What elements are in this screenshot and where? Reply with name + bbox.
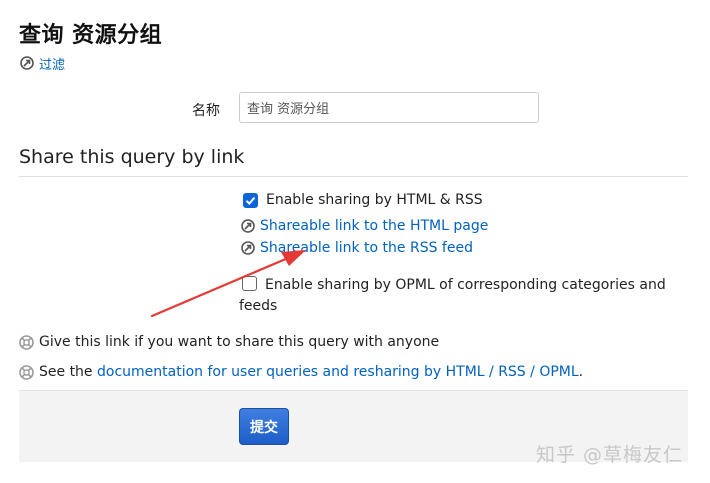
- help-share-text: Give this link if you want to share this…: [39, 334, 440, 350]
- html-rss-option[interactable]: Enable sharing by HTML & RSS: [243, 190, 483, 211]
- section-title: Share this query by link: [19, 146, 245, 168]
- link-icon: [240, 241, 255, 256]
- name-label: 名称: [192, 103, 220, 119]
- page-title: 查询 资源分组: [19, 23, 163, 48]
- rss-feed-link-label: Shareable link to the RSS feed: [260, 240, 473, 256]
- help-lifebuoy-icon: [19, 364, 34, 380]
- help-share-row: Give this link if you want to share this…: [19, 332, 439, 352]
- html-page-link-label: Shareable link to the HTML page: [260, 218, 489, 234]
- name-input[interactable]: [239, 92, 539, 123]
- opml-checkbox[interactable]: [242, 276, 257, 291]
- opml-label: Enable sharing by OPML of corresponding …: [239, 277, 666, 314]
- watermark: 知乎 @草梅友仁: [536, 444, 684, 466]
- help-docs-row: See the documentation for user queries a…: [19, 362, 583, 382]
- html-rss-label: Enable sharing by HTML & RSS: [266, 192, 483, 208]
- filter-link-label: 过滤: [39, 57, 66, 73]
- link-icon: [19, 56, 34, 71]
- help-docs-prefix: See the: [39, 364, 97, 380]
- filter-link[interactable]: 过滤: [19, 54, 66, 73]
- html-rss-checkbox[interactable]: [243, 193, 258, 208]
- checkmark-icon: [245, 196, 256, 205]
- submit-button[interactable]: 提交: [239, 408, 289, 445]
- opml-option[interactable]: Enable sharing by OPML of corresponding …: [239, 275, 669, 317]
- rss-feed-link[interactable]: Shareable link to the RSS feed: [240, 238, 473, 258]
- html-page-link[interactable]: Shareable link to the HTML page: [240, 216, 488, 236]
- help-lifebuoy-icon: [19, 334, 34, 350]
- link-icon: [240, 219, 255, 234]
- page: 查询 资源分组 过滤 名称 Share this query by link E…: [0, 0, 710, 483]
- help-docs-suffix: .: [578, 364, 584, 380]
- documentation-link[interactable]: documentation for user queries and resha…: [97, 364, 579, 380]
- section-divider: [19, 176, 688, 177]
